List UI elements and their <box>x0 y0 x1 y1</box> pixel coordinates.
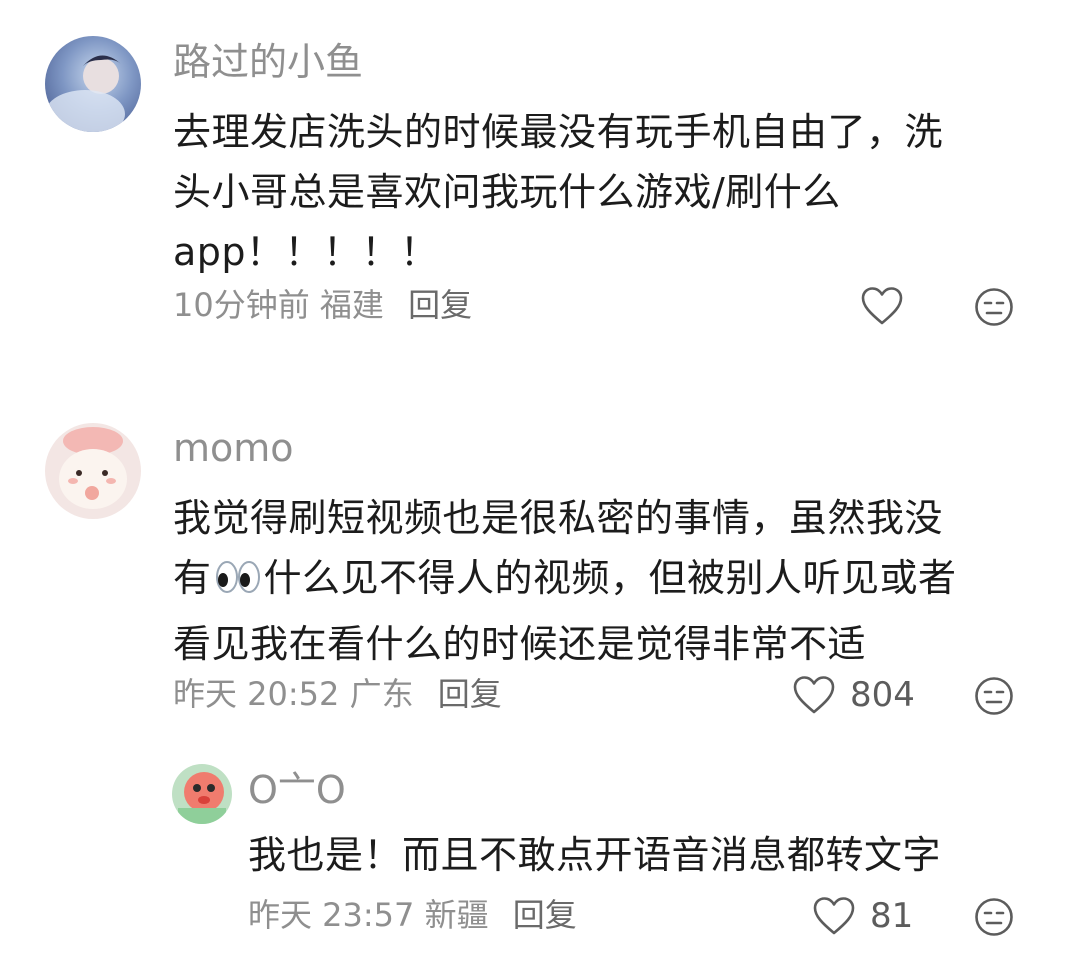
like-count: 804 <box>850 675 915 715</box>
avatar[interactable] <box>172 764 232 824</box>
comment-username[interactable]: O亠O <box>248 766 346 814</box>
meh-face-icon <box>975 898 1013 936</box>
heart-outline-icon <box>813 897 855 935</box>
avatar[interactable] <box>45 36 141 132</box>
dislike-button[interactable] <box>974 897 1014 937</box>
dislike-button[interactable] <box>974 287 1014 327</box>
meh-face-icon <box>975 288 1013 326</box>
comment-text-line: 我也是！而且不敢点开语音消息都转文字 <box>248 833 942 877</box>
comment-location: 福建 <box>319 286 384 324</box>
comment-text: 我也是！而且不敢点开语音消息都转文字 <box>248 825 1038 885</box>
eyes-emoji <box>214 554 262 614</box>
comment-text-line: 去理发店洗头的时候最没有玩手机自由了，洗 <box>173 110 944 154</box>
comment-time: 10分钟前 <box>173 286 310 324</box>
dislike-button[interactable] <box>974 676 1014 716</box>
comment-text-segment: 有 <box>173 556 212 600</box>
comment-text: 去理发店洗头的时候最没有玩手机自由了，洗 头小哥总是喜欢问我玩什么游戏/刷什么 … <box>173 102 1043 282</box>
comment-text-segment: 什么见不得人的视频，但被别人听见或者 <box>263 556 957 600</box>
heart-outline-icon <box>861 287 903 325</box>
avatar[interactable] <box>45 423 141 519</box>
comment-meta: 昨天 20:52 广东 回复 <box>173 674 502 714</box>
comment-text: 我觉得刷短视频也是很私密的事情，虽然我没 有 什么见不得人的视频，但被别人听见或… <box>173 488 1043 674</box>
comment-text-line: 我觉得刷短视频也是很私密的事情，虽然我没 <box>173 496 944 540</box>
like-button[interactable]: 804 <box>792 675 915 715</box>
reply-button[interactable]: 回复 <box>513 896 577 934</box>
comment-text-line: app！！！！！ <box>173 230 439 274</box>
comment-meta: 昨天 23:57 新疆 回复 <box>248 895 577 935</box>
meh-face-icon <box>975 677 1013 715</box>
comment-time: 昨天 20:52 <box>173 675 340 713</box>
like-count: 81 <box>870 896 914 936</box>
like-button[interactable]: 81 <box>812 896 913 936</box>
reply-button[interactable]: 回复 <box>408 286 472 324</box>
comment-time: 昨天 23:57 <box>248 896 415 934</box>
comment-text-line: 看见我在看什么的时候还是觉得非常不适 <box>173 622 867 666</box>
comment-location: 广东 <box>349 675 414 713</box>
comment-location: 新疆 <box>424 896 489 934</box>
reply-button[interactable]: 回复 <box>438 675 502 713</box>
comment-text-line: 有 什么见不得人的视频，但被别人听见或者 <box>173 548 1043 614</box>
comment-username[interactable]: momo <box>173 424 294 472</box>
heart-outline-icon <box>793 676 835 714</box>
comment-text-line: 头小哥总是喜欢问我玩什么游戏/刷什么 <box>173 170 841 214</box>
comment-meta: 10分钟前 福建 回复 <box>173 285 472 325</box>
comment-username[interactable]: 路过的小鱼 <box>173 38 363 86</box>
like-button[interactable] <box>860 286 904 326</box>
